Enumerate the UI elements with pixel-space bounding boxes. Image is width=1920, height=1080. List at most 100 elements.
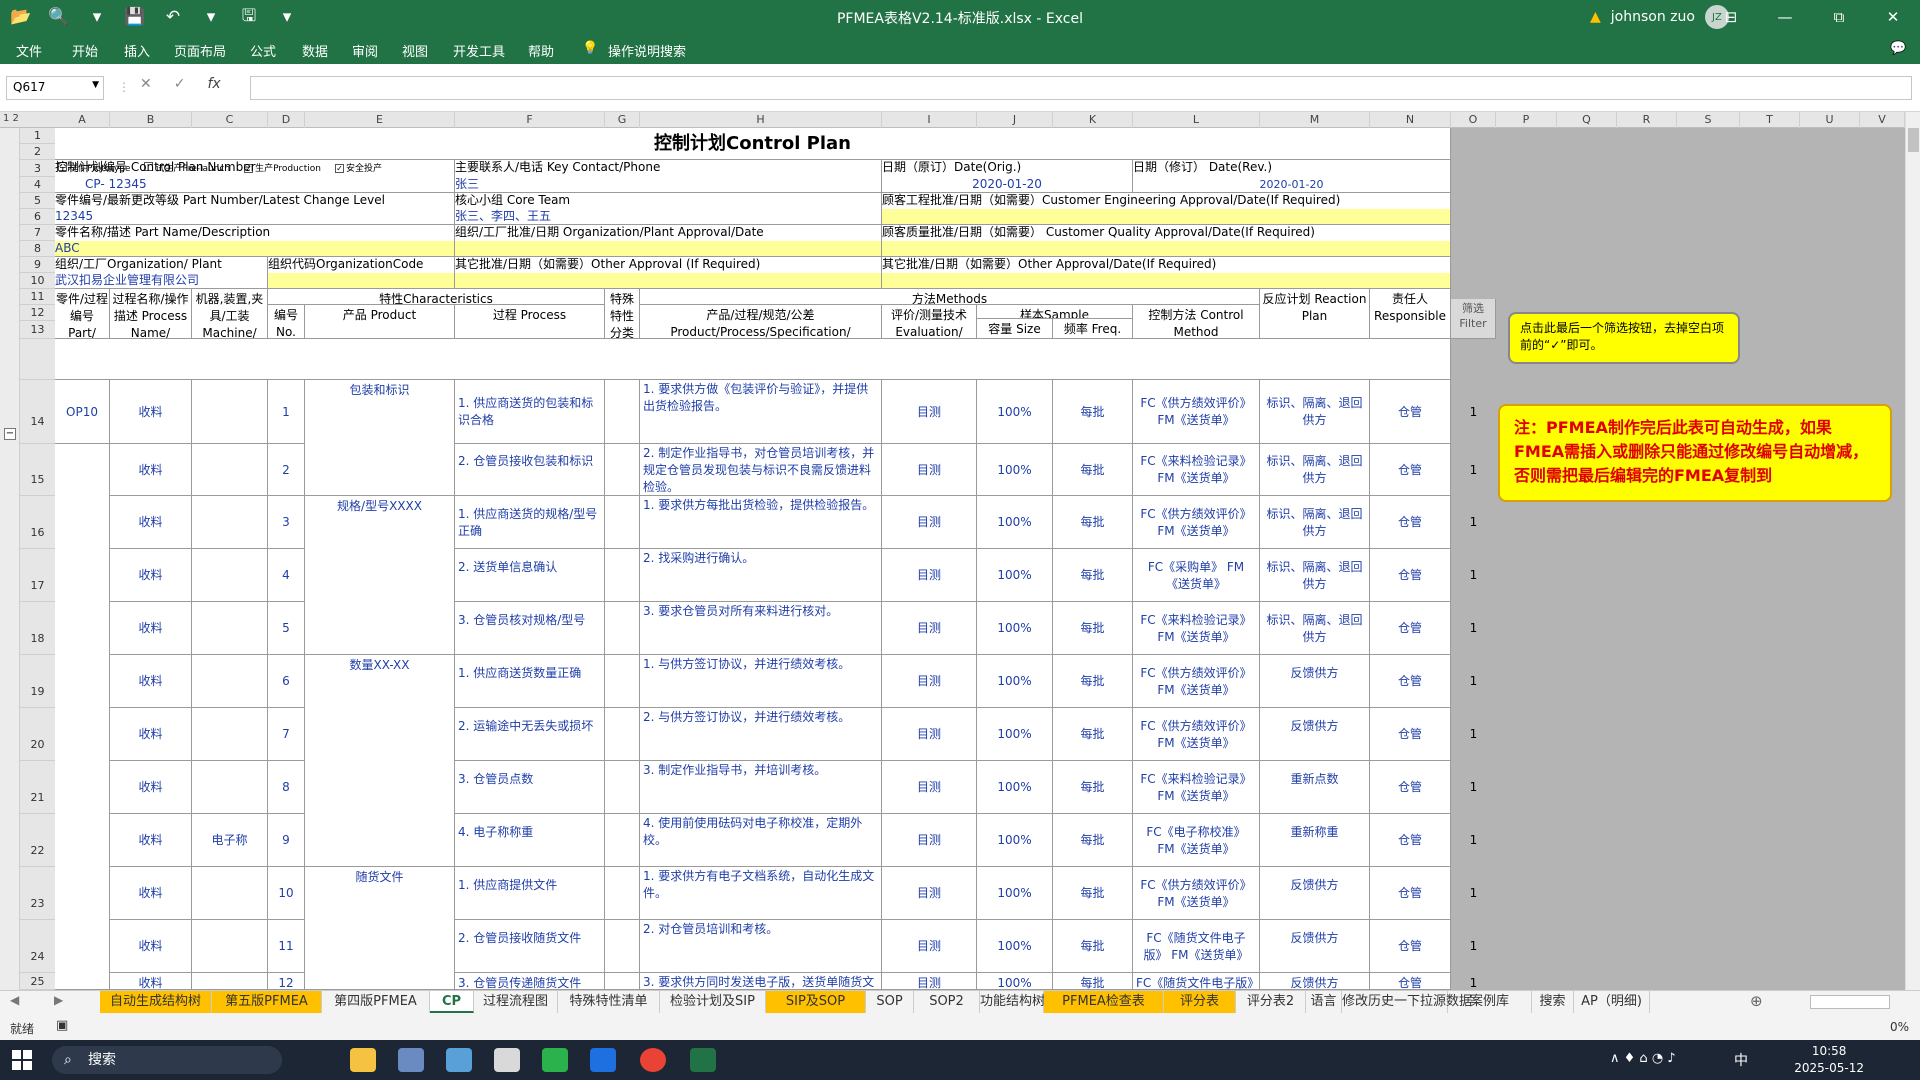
reaction-cell[interactable]: 反馈供方 <box>1260 867 1370 920</box>
machine-cell[interactable] <box>192 549 268 602</box>
size-cell[interactable]: 100% <box>977 444 1053 496</box>
sheet-tab[interactable]: 案例库 <box>1448 991 1532 1013</box>
sheet-tab[interactable]: SOP2 <box>914 991 980 1013</box>
chevron-down-icon[interactable]: ▼ <box>92 80 99 90</box>
zoom-level[interactable]: 0% <box>1890 1020 1909 1034</box>
sheet-tab[interactable]: 检验计划及SIP <box>660 991 766 1013</box>
system-tray-icons[interactable]: ∧ ♦ ⌂ ◔ ♪ <box>1610 1051 1676 1066</box>
freq-cell[interactable]: 每批 <box>1053 380 1133 444</box>
freq-cell[interactable]: 每批 <box>1053 973 1133 990</box>
close-button[interactable]: ✕ <box>1866 0 1920 34</box>
process-cell[interactable]: 1. 供应商送货的包装和标识合格 <box>455 380 605 444</box>
sheet-tab[interactable]: 自动生成结构树 <box>100 991 212 1013</box>
row-header[interactable]: 8 <box>20 241 55 257</box>
date-orig-value[interactable]: 2020-01-20 <box>882 177 1133 193</box>
tab-review[interactable]: 审阅 <box>352 41 378 60</box>
filter-cell[interactable]: 1 <box>1451 602 1496 655</box>
row-header[interactable]: 9 <box>20 257 55 273</box>
spec-cell[interactable]: 3. 要求仓管员对所有来料进行核对。 <box>640 602 882 655</box>
spec-cell[interactable]: 2. 制定作业指导书，对仓管员培训考核，并规定仓管员发现包装与标识不良需反馈进料… <box>640 444 882 496</box>
column-header[interactable]: O <box>1451 112 1496 128</box>
other-approval-date-value[interactable] <box>882 273 1451 289</box>
reaction-plan-header[interactable]: 反应计划 Reaction Plan <box>1260 289 1370 339</box>
freq-cell[interactable]: 每批 <box>1053 814 1133 867</box>
special-cell[interactable] <box>605 814 640 867</box>
reaction-cell[interactable]: 标识、隔离、退回供方 <box>1260 549 1370 602</box>
special-cell[interactable] <box>605 973 640 990</box>
size-cell[interactable]: 100% <box>977 655 1053 708</box>
no-cell[interactable]: 7 <box>268 708 305 761</box>
no-cell[interactable]: 2 <box>268 444 305 496</box>
column-header[interactable]: F <box>455 112 605 128</box>
part-process-number-header[interactable]: 零件/过程编号 Part/ Proce <box>55 289 110 339</box>
tab-help[interactable]: 帮助 <box>528 41 554 60</box>
eval-cell[interactable]: 目测 <box>882 444 977 496</box>
notes-app-icon[interactable] <box>446 1048 472 1072</box>
product-header[interactable]: 产品 Product <box>305 305 455 339</box>
process-cell[interactable]: 3. 仓管员点数 <box>455 761 605 814</box>
freq-cell[interactable]: 每批 <box>1053 444 1133 496</box>
name-cell[interactable]: 收料 <box>110 867 192 920</box>
customer-eng-approval-label[interactable]: 顾客工程批准/日期（如需要）Customer Engineering Appro… <box>882 193 1451 209</box>
sample-freq-header[interactable]: 频率 Freq. <box>1053 319 1133 339</box>
process-cell[interactable]: 2. 运输途中无丢失或损坏 <box>455 708 605 761</box>
op-cell-merged[interactable] <box>55 444 110 990</box>
other-approval-label[interactable]: 其它批准/日期（如需要）Other Approval (If Required) <box>455 257 882 273</box>
chat-app-icon[interactable] <box>494 1048 520 1072</box>
row-header[interactable]: 11 <box>20 289 55 305</box>
column-header[interactable]: J <box>977 112 1053 128</box>
restore-button[interactable]: ⧉ <box>1812 0 1866 34</box>
size-cell[interactable]: 100% <box>977 973 1053 990</box>
row-header[interactable]: 5 <box>20 193 55 209</box>
control-cell[interactable]: FC《供方绩效评价》 FM《送货单》 <box>1133 655 1260 708</box>
spec-cell[interactable]: 2. 对仓管员培训和考核。 <box>640 920 882 973</box>
date-rev-label[interactable]: 日期（修订） Date(Rev.) <box>1133 160 1451 177</box>
freq-cell[interactable]: 每批 <box>1053 602 1133 655</box>
freq-cell[interactable]: 每批 <box>1053 549 1133 602</box>
resp-cell[interactable]: 仓管 <box>1370 602 1451 655</box>
machine-cell[interactable] <box>192 920 268 973</box>
filter-cell[interactable]: 1 <box>1451 549 1496 602</box>
special-cell[interactable] <box>605 708 640 761</box>
row-header[interactable]: 19 <box>20 655 55 708</box>
eval-cell[interactable]: 目测 <box>882 380 977 444</box>
tab-formulas[interactable]: 公式 <box>250 41 276 60</box>
name-cell[interactable]: 收料 <box>110 761 192 814</box>
machine-cell[interactable] <box>192 444 268 496</box>
column-header[interactable]: Q <box>1557 112 1617 128</box>
comments-icon[interactable]: 💬 <box>1890 41 1906 56</box>
op-cell[interactable]: OP10 <box>55 380 110 444</box>
column-header[interactable]: U <box>1800 112 1860 128</box>
machine-header[interactable]: 机器,装置,夹具/工装 Machine/ Device/Jig <box>192 289 268 339</box>
control-cell[interactable]: FC《供方绩效评价》 FM《送货单》 <box>1133 708 1260 761</box>
key-contact-label[interactable]: 主要联系人/电话 Key Contact/Phone <box>455 160 882 177</box>
no-cell[interactable]: 10 <box>268 867 305 920</box>
chrome-icon[interactable] <box>640 1048 666 1072</box>
file-explorer-icon[interactable] <box>350 1048 376 1072</box>
part-name-label[interactable]: 零件名称/描述 Part Name/Description <box>55 225 455 241</box>
organization-label[interactable]: 组织/工厂Organization/ Plant <box>55 257 268 273</box>
eval-cell[interactable]: 目测 <box>882 708 977 761</box>
insert-function-icon[interactable]: fx <box>207 76 220 92</box>
resp-cell[interactable]: 仓管 <box>1370 920 1451 973</box>
tab-home[interactable]: 开始 <box>72 41 98 60</box>
horizontal-scrollbar[interactable] <box>1810 995 1890 1009</box>
resp-cell[interactable]: 仓管 <box>1370 444 1451 496</box>
control-cell[interactable]: FC《供方绩效评价》 FM《送货单》 <box>1133 496 1260 549</box>
other-approval-value[interactable] <box>455 273 882 289</box>
column-header[interactable]: S <box>1677 112 1740 128</box>
clock[interactable]: 10:58 2025-05-12 <box>1794 1043 1864 1077</box>
column-header[interactable]: E <box>305 112 455 128</box>
cp-number-value[interactable]: CP- 12345 <box>55 177 455 193</box>
minimize-button[interactable]: — <box>1758 0 1812 34</box>
process-cell[interactable]: 1. 供应商送货数量正确 <box>455 655 605 708</box>
no-cell[interactable]: 9 <box>268 814 305 867</box>
spec-cell[interactable]: 4. 使用前使用砝码对电子称校准，定期外校。 <box>640 814 882 867</box>
machine-cell[interactable] <box>192 380 268 444</box>
resp-cell[interactable]: 仓管 <box>1370 761 1451 814</box>
customer-quality-approval-label[interactable]: 顾客质量批准/日期（如需要） Customer Quality Approval… <box>882 225 1451 241</box>
size-cell[interactable]: 100% <box>977 867 1053 920</box>
row-header[interactable]: 6 <box>20 209 55 225</box>
row-header[interactable]: 14 <box>20 380 55 444</box>
row-header[interactable]: 16 <box>20 496 55 549</box>
